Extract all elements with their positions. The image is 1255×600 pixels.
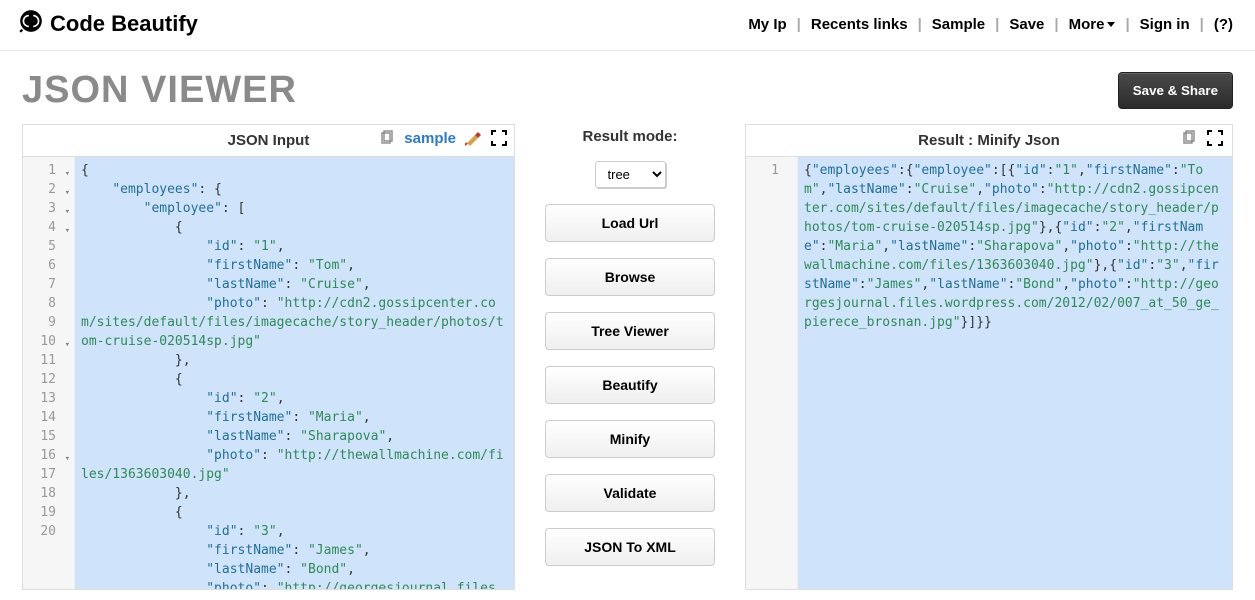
validate-button[interactable]: Validate — [545, 474, 715, 512]
nav-save[interactable]: Save — [1009, 16, 1044, 33]
nav-help[interactable]: (?) — [1214, 16, 1233, 33]
result-code[interactable]: {"employees":{"employee":[{"id":"1","fir… — [798, 157, 1232, 589]
input-panel-head: JSON Input sample — [23, 125, 514, 157]
minify-button[interactable]: Minify — [545, 420, 715, 458]
result-panel: Result : Minify Json 1 {"employees":{"em… — [745, 124, 1233, 590]
chevron-down-icon — [1107, 22, 1115, 27]
sample-link[interactable]: sample — [404, 130, 456, 147]
nav-sample[interactable]: Sample — [932, 16, 985, 33]
load-url-button[interactable]: Load Url — [545, 204, 715, 242]
result-mode-label: Result mode: — [582, 128, 677, 145]
page-header: JSON VIEWER Save & Share — [0, 51, 1255, 124]
result-mode-select[interactable]: tree — [595, 161, 666, 188]
input-gutter: 1▾2▾3▾4▾5678910▾111213141516▾17181920 — [23, 157, 75, 589]
controls-panel: Result mode: tree Load Url Browse Tree V… — [535, 124, 725, 590]
save-share-button[interactable]: Save & Share — [1118, 72, 1233, 109]
nav-myip[interactable]: My Ip — [748, 16, 786, 33]
json-to-xml-button[interactable]: JSON To XML — [545, 528, 715, 566]
result-editor[interactable]: 1 {"employees":{"employee":[{"id":"1","f… — [746, 157, 1232, 589]
input-panel-title: JSON Input — [228, 132, 310, 149]
nav-recents[interactable]: Recents links — [811, 16, 908, 33]
input-editor[interactable]: 1▾2▾3▾4▾5678910▾111213141516▾17181920 { … — [23, 157, 514, 589]
browse-button[interactable]: Browse — [545, 258, 715, 296]
fullscreen-icon[interactable] — [490, 129, 508, 147]
nav-more[interactable]: More — [1069, 16, 1116, 33]
page-title: JSON VIEWER — [22, 69, 297, 112]
fullscreen-result-icon[interactable] — [1206, 129, 1224, 147]
result-panel-head: Result : Minify Json — [746, 125, 1232, 157]
nav-signin[interactable]: Sign in — [1140, 16, 1190, 33]
result-line-number: 1 — [746, 161, 797, 180]
beautify-button[interactable]: Beautify — [545, 366, 715, 404]
brand[interactable]: Code Beautify — [18, 8, 198, 40]
input-panel: JSON Input sample 1▾2▾3▾4▾5678910▾111213… — [22, 124, 515, 590]
copy-result-icon[interactable] — [1180, 129, 1198, 147]
nav-links: My Ip| Recents links| Sample| Save| More… — [748, 16, 1233, 33]
copy-icon[interactable] — [378, 129, 396, 147]
clear-icon[interactable] — [464, 129, 482, 147]
result-panel-title: Result : Minify Json — [918, 132, 1060, 149]
brand-text: Code Beautify — [50, 11, 198, 37]
input-code[interactable]: { "employees": { "employee": [ { "id": "… — [75, 157, 514, 589]
brand-icon — [18, 8, 44, 40]
result-gutter: 1 — [746, 157, 798, 589]
tree-viewer-button[interactable]: Tree Viewer — [545, 312, 715, 350]
topbar: Code Beautify My Ip| Recents links| Samp… — [0, 0, 1255, 51]
